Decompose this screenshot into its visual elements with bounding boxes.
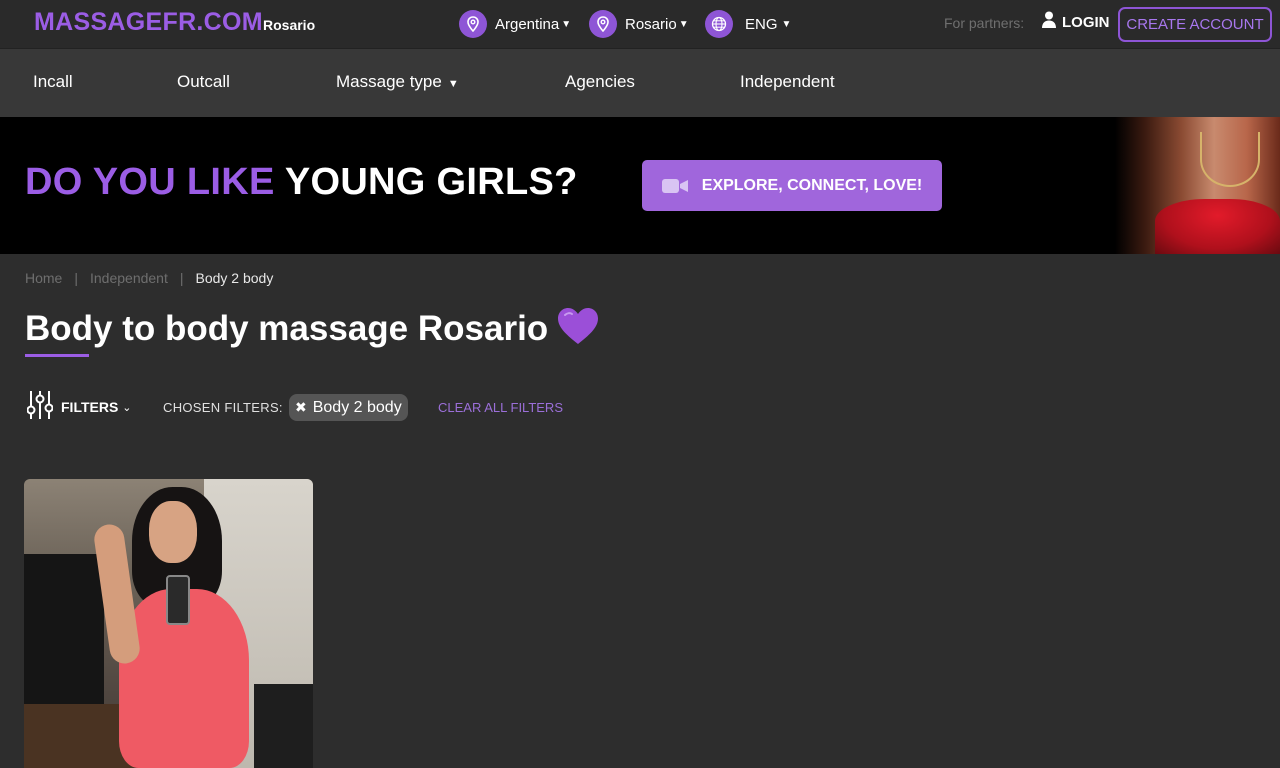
promo-banner[interactable]: DO YOU LIKE YOUNG GIRLS? EXPLORE, CONNEC… [0, 117, 1280, 254]
profile-card[interactable] [24, 479, 313, 768]
page-title-text: Body to body massage Rosario [25, 308, 549, 348]
banner-cta-button[interactable]: EXPLORE, CONNECT, LOVE! [642, 160, 942, 211]
breadcrumb-separator: | [179, 270, 184, 286]
language-selector[interactable]: ENG ▼ [705, 10, 791, 38]
banner-photo [1115, 117, 1280, 254]
filters-button[interactable]: FILTERS ⌄ [26, 390, 132, 425]
breadcrumb-home[interactable]: Home [25, 270, 62, 286]
filter-chip-label: Body 2 body [312, 398, 402, 416]
chevron-down-icon: ⌄ [122, 401, 132, 414]
create-account-button[interactable]: CREATE ACCOUNT [1118, 7, 1272, 42]
logo-city-label: Rosario [263, 17, 316, 33]
nav-item-outcall[interactable]: Outcall [177, 72, 230, 92]
main-nav: Incall Outcall Massage type ▼ Agencies In… [0, 49, 1280, 117]
breadcrumb-current: Body 2 body [195, 270, 274, 286]
sliders-icon [26, 390, 54, 425]
language-label: ENG [745, 15, 778, 33]
card-photo-shape [254, 684, 313, 768]
chevron-down-icon: ▼ [561, 18, 572, 30]
chevron-down-icon: ▼ [678, 18, 689, 30]
purple-heart-icon [556, 306, 600, 355]
map-pin-icon [589, 10, 617, 38]
user-icon [1042, 11, 1056, 33]
nav-item-massage-type-label: Massage type [336, 72, 442, 91]
login-label: LOGIN [1062, 13, 1110, 31]
close-icon[interactable]: ✖ [295, 399, 307, 416]
nav-item-incall[interactable]: Incall [33, 72, 73, 92]
city-selector[interactable]: Rosario ▼ [589, 10, 689, 38]
chosen-filters-label: CHOSEN FILTERS: [163, 400, 283, 415]
city-label: Rosario [625, 15, 677, 33]
banner-headline-white: YOUNG GIRLS? [284, 161, 578, 203]
banner-cta-label: EXPLORE, CONNECT, LOVE! [701, 176, 923, 194]
nav-item-agencies[interactable]: Agencies [565, 72, 635, 92]
card-photo-shape [24, 554, 104, 704]
globe-icon [705, 10, 733, 38]
necklace-shape [1200, 132, 1260, 187]
page-title: Body to body massage Rosario [25, 306, 600, 355]
banner-headline-purple: DO YOU LIKE [25, 161, 275, 203]
title-underline [25, 354, 89, 357]
banner-headline: DO YOU LIKE YOUNG GIRLS? [25, 161, 578, 204]
country-label: Argentina [495, 15, 560, 33]
site-logo[interactable]: MASSAGEFR.COM [34, 8, 263, 37]
card-photo-shape [149, 501, 197, 563]
chevron-down-icon: ▼ [781, 18, 792, 30]
partners-label: For partners: [944, 15, 1025, 31]
clear-all-filters-link[interactable]: CLEAR ALL FILTERS [438, 400, 563, 415]
breadcrumb: Home | Independent | Body 2 body [25, 270, 273, 286]
top-bar: MASSAGEFR.COM Rosario Argentina ▼ Rosari… [0, 0, 1280, 49]
breadcrumb-separator: | [74, 270, 78, 286]
country-selector[interactable]: Argentina ▼ [459, 10, 571, 38]
chevron-down-icon: ▼ [447, 78, 459, 90]
nav-item-independent[interactable]: Independent [740, 72, 835, 92]
video-camera-icon [661, 178, 688, 194]
filters-label: FILTERS [61, 399, 119, 415]
lingerie-shape [1155, 199, 1280, 254]
login-button[interactable]: LOGIN [1042, 10, 1110, 34]
card-photo-shape [166, 575, 190, 625]
filter-chip[interactable]: ✖ Body 2 body [289, 394, 408, 421]
map-pin-icon [459, 10, 487, 38]
card-photo-shape [24, 704, 134, 768]
breadcrumb-independent[interactable]: Independent [90, 270, 168, 286]
nav-item-massage-type[interactable]: Massage type ▼ [336, 72, 459, 92]
